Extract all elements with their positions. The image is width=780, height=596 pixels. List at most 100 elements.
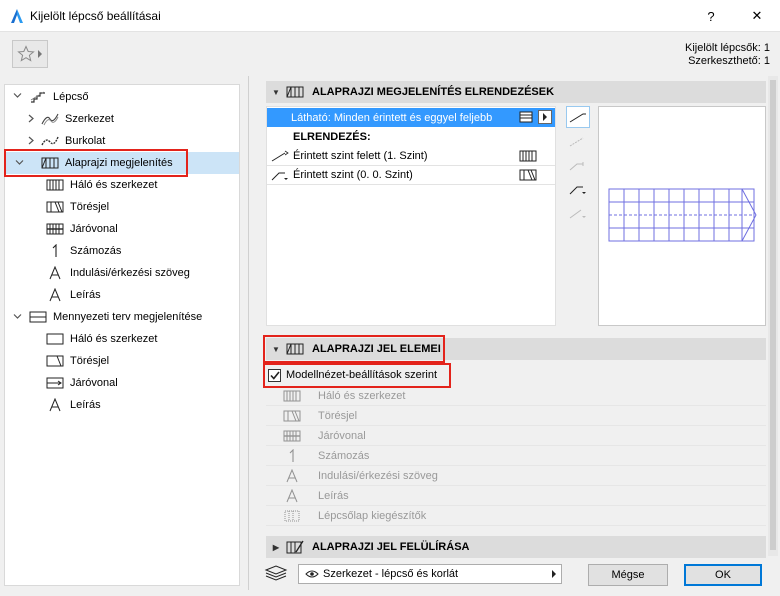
grid-structure-icon — [519, 150, 537, 162]
layout-row-current[interactable]: Érintett szint (0. 0. Szint) — [267, 166, 555, 185]
chevron-down-icon — [13, 91, 22, 100]
tree-subitem-grid-structure[interactable]: Háló és szerkezet — [45, 174, 157, 196]
ok-button[interactable]: OK — [684, 564, 762, 586]
tree-subitem-numbering[interactable]: Számozás — [45, 240, 121, 262]
override-panel-header[interactable]: ▶ ALAPRAJZI JEL FELÜLÍRÁSA — [266, 536, 766, 558]
chevron-right-icon — [551, 570, 557, 578]
stair-above-dashed-tool[interactable] — [566, 130, 590, 152]
tree-item-label: Háló és szerkezet — [70, 179, 158, 191]
tree-item-label: Szerkezet — [65, 113, 114, 125]
layers-icon — [264, 565, 288, 581]
element-row: Járóvonal — [266, 426, 766, 446]
grid-structure-icon — [45, 177, 65, 193]
tree-item-label: Számozás — [70, 245, 122, 257]
tree-item-floor-plan-display[interactable]: Alaprajzi megjelenítés — [6, 152, 239, 174]
selected-count: Kijelölt lépcsők: 1 — [685, 42, 770, 54]
tree-subitem-walking-line[interactable]: Járóvonal — [45, 372, 118, 394]
chevron-right-icon — [27, 114, 35, 123]
tree-root-stair[interactable]: Lépcső — [13, 86, 88, 108]
help-button[interactable]: ? — [688, 0, 734, 32]
elements-panel-header[interactable]: ▼ ALAPRAJZI JEL ELEMEI — [266, 338, 766, 360]
tree-item-label: Törésjel — [70, 355, 110, 367]
tree-subitem-description[interactable]: Leírás — [45, 284, 101, 306]
grid-structure-icon — [45, 331, 65, 347]
model-view-checkbox-label: Modellnézet-beállítások szerint — [286, 369, 438, 381]
element-row: Törésjel — [266, 406, 766, 426]
arrow-right-button[interactable] — [538, 110, 552, 124]
description-icon — [45, 397, 65, 413]
triangle-down-icon: ▼ — [272, 87, 280, 97]
grid-structure-icon — [266, 390, 318, 402]
visible-label: Látható: Minden érintett és eggyel felje… — [291, 111, 493, 124]
tree-item-label: Háló és szerkezet — [70, 333, 158, 345]
layout-list: Látható: Minden érintett és eggyel felje… — [266, 106, 556, 326]
element-label: Lépcsőlap kiegészítők — [318, 509, 427, 522]
tree-subitem-break-mark[interactable]: Törésjel — [45, 196, 109, 218]
tree-subitem-text[interactable]: Indulási/érkezési szöveg — [45, 262, 190, 284]
element-label: Indulási/érkezési szöveg — [318, 469, 438, 482]
tree-subitem-walking-line[interactable]: Járóvonal — [45, 218, 118, 240]
tree-item-label: Alaprajzi megjelenítés — [65, 157, 173, 169]
structure-icon — [39, 111, 61, 127]
element-row: Háló és szerkezet — [266, 386, 766, 406]
tree-subitem-description[interactable]: Leírás — [45, 394, 101, 416]
stair-plan-drawing — [608, 188, 757, 242]
elements-panel-title: ALAPRAJZI JEL ELEMEI — [312, 343, 441, 355]
triangle-down-icon: ▼ — [272, 344, 280, 354]
stair-icon — [27, 89, 49, 105]
stack-icon — [519, 110, 533, 124]
app-icon — [10, 8, 24, 24]
tree-item-label: Leírás — [70, 399, 101, 411]
break-mark-icon — [266, 410, 318, 422]
tree-item-finish[interactable]: Burkolat — [27, 130, 105, 152]
layer-dropdown[interactable]: Szerkezet - lépcső és korlát — [298, 564, 562, 584]
model-view-checkbox[interactable] — [268, 368, 281, 382]
chevron-down-icon — [15, 158, 24, 167]
element-row: Számozás — [266, 446, 766, 466]
element-label: Háló és szerkezet — [318, 389, 406, 402]
stair-below-dashed-tool[interactable] — [566, 202, 590, 224]
editable-count: Szerkeszthető: 1 — [688, 55, 770, 67]
stair-preview — [598, 106, 766, 326]
stair-above-tool[interactable] — [566, 106, 590, 128]
visible-dropdown[interactable]: Látható: Minden érintett és eggyel felje… — [267, 108, 555, 127]
divider — [248, 76, 249, 590]
close-button[interactable]: ✕ — [734, 0, 780, 32]
favorites-button[interactable] — [12, 40, 48, 68]
finish-icon — [39, 133, 61, 149]
description-icon — [266, 488, 318, 503]
title-bar: Kijelölt lépcső beállításai ? ✕ — [0, 0, 780, 32]
tread-accessories-icon — [266, 510, 318, 522]
eye-icon — [305, 569, 319, 579]
stair-below-tool[interactable] — [566, 154, 590, 176]
tree-item-label: Járóvonal — [70, 223, 118, 235]
element-row: Indulási/érkezési szöveg — [266, 466, 766, 486]
stair-above-icon — [269, 150, 291, 162]
tree-subitem-grid-structure[interactable]: Háló és szerkezet — [45, 328, 157, 350]
override-panel-title: ALAPRAJZI JEL FELÜLÍRÁSA — [312, 541, 470, 553]
tree-item-structure[interactable]: Szerkezet — [27, 108, 114, 130]
tree-item-ceiling-plan[interactable]: Mennyezeti terv megjelenítése — [13, 306, 202, 328]
settings-tree: Lépcső Szerkezet Burkolat Alaprajzi megj… — [4, 84, 240, 586]
model-view-checkbox-row[interactable]: Modellnézet-beállítások szerint — [268, 366, 437, 384]
numbering-icon — [266, 448, 318, 463]
layout-panel-header[interactable]: ▼ ALAPRAJZI MEGJELENÍTÉS ELRENDEZÉSEK — [266, 81, 766, 103]
tree-item-label: Indulási/érkezési szöveg — [70, 267, 190, 279]
description-icon — [45, 287, 65, 303]
cancel-button[interactable]: Mégse — [588, 564, 668, 586]
tree-root-label: Lépcső — [53, 91, 89, 103]
layout-row-above[interactable]: Érintett szint felett (1. Szint) — [267, 147, 555, 166]
layout-row-label: Érintett szint felett (1. Szint) — [293, 150, 428, 162]
tree-item-label: Leírás — [70, 289, 101, 301]
walking-line-icon — [45, 375, 65, 391]
break-mark-icon — [45, 353, 65, 369]
stair-current-tool[interactable] — [566, 178, 590, 200]
element-label: Számozás — [318, 449, 370, 462]
scrollbar[interactable] — [768, 76, 778, 556]
panel-icon — [286, 86, 304, 98]
star-icon — [17, 45, 35, 63]
numbering-icon — [45, 243, 65, 259]
tree-subitem-break-mark[interactable]: Törésjel — [45, 350, 109, 372]
text-icon — [266, 468, 318, 483]
element-label: Járóvonal — [318, 429, 366, 442]
